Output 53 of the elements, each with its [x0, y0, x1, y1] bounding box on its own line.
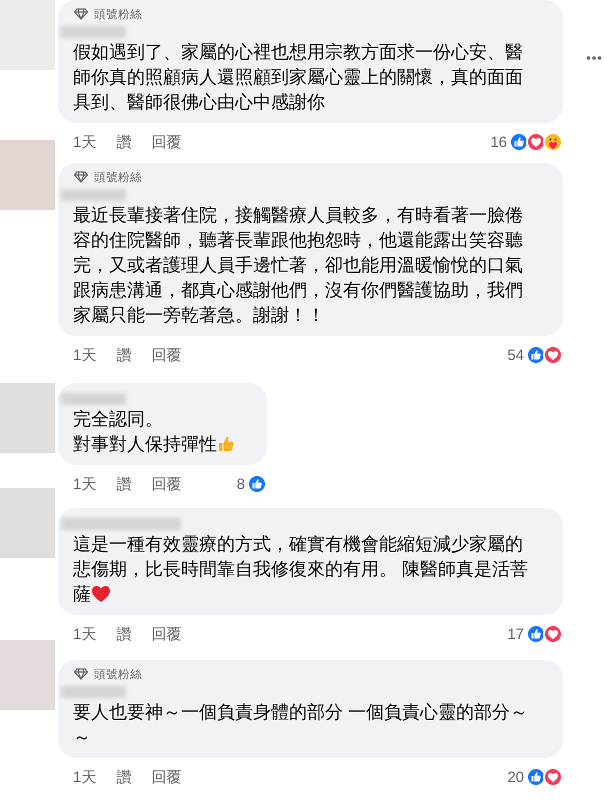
- reaction-count[interactable]: 54: [507, 346, 524, 364]
- like-link[interactable]: 讚: [116, 624, 132, 644]
- like-link[interactable]: 讚: [116, 474, 132, 494]
- reply-link[interactable]: 回覆: [151, 624, 182, 644]
- reply-link[interactable]: 回覆: [151, 768, 182, 786]
- reaction-count[interactable]: 20: [507, 768, 524, 786]
- blurred-name[interactable]: [61, 189, 126, 201]
- like-link[interactable]: 讚: [116, 346, 132, 364]
- avatar[interactable]: [0, 383, 55, 453]
- blurred-name[interactable]: [61, 686, 126, 698]
- like-link[interactable]: 讚: [116, 768, 132, 786]
- fan-badge-label: 頭號粉絲: [94, 170, 142, 184]
- blurred-name[interactable]: [61, 393, 126, 405]
- comment-text: 完全認同。: [73, 408, 164, 431]
- comment-text: 最近長輩接著住院，接觸醫療人員較多，有時看著一臉倦容的住院醫師，聽著長輩跟他抱怨時，他還能露出笑容聽完，又或者護理人員手邊忙著，卻也能用溫暖愉悅的口氣跟病患溝通，都真心感謝他們，沒有你們醫護協助，我們家屬只能一旁乾著急。謝謝！！: [73, 204, 524, 327]
- comment-time: 1天: [73, 624, 96, 644]
- like-reaction-icon: [509, 132, 529, 152]
- comment-text: 要人也要神～一個負責身體的部分 一個負責心靈的部分～～: [73, 701, 530, 749]
- reaction-count[interactable]: 16: [490, 134, 507, 150]
- avatar[interactable]: [0, 640, 55, 710]
- reply-link[interactable]: 回覆: [151, 132, 182, 152]
- avatar[interactable]: [0, 488, 55, 558]
- like-reaction-icon: [526, 345, 546, 365]
- heart-emoji-icon: [91, 585, 111, 603]
- like-link[interactable]: 讚: [116, 132, 132, 152]
- comment-time: 1天: [73, 768, 96, 786]
- like-reaction-icon: [247, 474, 267, 494]
- heart-reaction-icon: [543, 767, 563, 787]
- comment-text: 對事對人保持彈性: [73, 432, 235, 457]
- fan-badge-label: 頭號粉絲: [94, 8, 142, 22]
- comment-time: 1天: [73, 474, 96, 494]
- reply-link[interactable]: 回覆: [151, 346, 182, 364]
- reaction-count[interactable]: 8: [236, 476, 245, 492]
- reaction-count[interactable]: 17: [507, 626, 524, 642]
- heart-reaction-icon: [543, 345, 563, 365]
- like-reaction-icon: [526, 624, 546, 644]
- avatar[interactable]: [0, 140, 55, 210]
- diamond-icon: [74, 668, 88, 680]
- blurred-name[interactable]: [61, 518, 181, 530]
- fan-badge-label: 頭號粉絲: [94, 668, 142, 682]
- heart-reaction-icon: [526, 132, 546, 152]
- diamond-icon: [74, 8, 88, 20]
- comment-time: 1天: [73, 346, 96, 364]
- hug-reaction-icon: [543, 132, 563, 152]
- diamond-icon: [74, 171, 88, 183]
- comment-text: 假如遇到了、家屬的心裡也想用宗教方面求一份心安、醫師你真的照顧病人還照顧到家屬心靈上的關懷，真的面面具到、醫師很佛心由心中感謝你: [73, 41, 524, 114]
- heart-reaction-icon: [543, 624, 563, 644]
- more-options-icon[interactable]: [586, 55, 602, 61]
- like-reaction-icon: [526, 767, 546, 787]
- comment-time: 1天: [73, 132, 96, 152]
- blurred-name[interactable]: [61, 26, 126, 38]
- reply-link[interactable]: 回覆: [151, 474, 182, 494]
- comment-text: 這是一種有效靈療的方式，確實有機會能縮短減少家屬的悲傷期，比長時間靠自我修復來的有用。 陳醫師真是活菩薩: [73, 533, 530, 606]
